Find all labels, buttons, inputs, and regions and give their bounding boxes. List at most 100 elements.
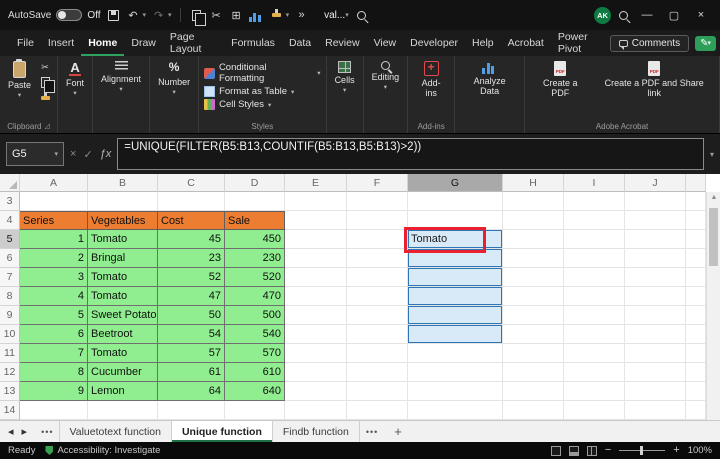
cell-A3[interactable] [20, 192, 88, 211]
cell-A10[interactable]: 6 [20, 325, 88, 344]
menu-power-pivot[interactable]: Power Pivot [551, 30, 610, 56]
cell-E5[interactable] [285, 230, 347, 249]
cell-H10[interactable] [503, 325, 564, 344]
row-header-14[interactable]: 14 [0, 401, 20, 420]
zoom-in-icon[interactable]: + [673, 445, 679, 456]
row-header-4[interactable]: 4 [0, 211, 20, 230]
row-header-12[interactable]: 12 [0, 363, 20, 382]
copy-icon[interactable] [189, 6, 204, 24]
cell-A8[interactable]: 4 [20, 287, 88, 306]
page-layout-view-icon[interactable] [569, 446, 579, 456]
menu-developer[interactable]: Developer [403, 30, 465, 56]
cell-C12[interactable]: 61 [158, 363, 225, 382]
cell-J13[interactable] [625, 382, 686, 401]
cell-D12[interactable]: 610 [225, 363, 285, 382]
paint-icon[interactable] [269, 6, 284, 24]
cell-G10[interactable] [408, 325, 503, 344]
close-button[interactable]: × [690, 4, 712, 26]
cell-C10[interactable]: 54 [158, 325, 225, 344]
comments-button[interactable]: Comments [610, 35, 689, 52]
more-commands-icon[interactable]: » [294, 6, 309, 24]
cell-A5[interactable]: 1 [20, 230, 88, 249]
zoom-level[interactable]: 100% [688, 445, 712, 456]
search-icon-right[interactable] [616, 6, 631, 24]
cell-D5[interactable]: 450 [225, 230, 285, 249]
cell-H11[interactable] [503, 344, 564, 363]
sheet-prev-icon[interactable]: ◂ [8, 425, 14, 438]
cell-partial5[interactable] [686, 230, 706, 249]
cell-J3[interactable] [625, 192, 686, 211]
cell-I13[interactable] [564, 382, 625, 401]
cell-H8[interactable] [503, 287, 564, 306]
cancel-icon[interactable]: × [70, 148, 76, 160]
cell-A4[interactable]: Series [20, 211, 88, 230]
row-header-11[interactable]: 11 [0, 344, 20, 363]
select-all-corner[interactable] [0, 174, 20, 192]
row-header-7[interactable]: 7 [0, 268, 20, 287]
column-header-D[interactable]: D [225, 174, 285, 192]
cell-H9[interactable] [503, 306, 564, 325]
cell-B9[interactable]: Sweet Potato [88, 306, 158, 325]
cell-A9[interactable]: 5 [20, 306, 88, 325]
cell-B6[interactable]: Bringal [88, 249, 158, 268]
cell-H13[interactable] [503, 382, 564, 401]
redo-chevron-icon[interactable]: ▾ [168, 11, 172, 19]
account-avatar[interactable]: AK [594, 7, 611, 24]
cell-F12[interactable] [347, 363, 408, 382]
alignment-collapsed-button[interactable]: Alignment ▾ [98, 60, 144, 95]
cell-H12[interactable] [503, 363, 564, 382]
cell-partial14[interactable] [686, 401, 706, 420]
name-box[interactable]: G5 ▾ [6, 142, 64, 166]
row-header-6[interactable]: 6 [0, 249, 20, 268]
enter-icon[interactable]: ✓ [83, 148, 92, 161]
cut-icon[interactable]: ✂ [209, 6, 224, 24]
cell-partial9[interactable] [686, 306, 706, 325]
menu-view[interactable]: View [367, 30, 404, 56]
cell-D8[interactable]: 470 [225, 287, 285, 306]
cell-partial3[interactable] [686, 192, 706, 211]
cell-J11[interactable] [625, 344, 686, 363]
sheet-overflow-left-icon[interactable]: ••• [35, 421, 59, 442]
cell-C8[interactable]: 47 [158, 287, 225, 306]
menu-review[interactable]: Review [318, 30, 366, 56]
chart-icon[interactable] [249, 6, 264, 24]
zoom-slider-thumb[interactable] [640, 446, 643, 455]
cell-E10[interactable] [285, 325, 347, 344]
column-header-E[interactable]: E [285, 174, 347, 192]
format-as-table-button[interactable]: Format as Table ▾ [204, 86, 320, 97]
cell-C5[interactable]: 45 [158, 230, 225, 249]
cell-B4[interactable]: Vegetables [88, 211, 158, 230]
cell-partial10[interactable] [686, 325, 706, 344]
cell-H6[interactable] [503, 249, 564, 268]
share-button[interactable]: ✎▾ [695, 36, 716, 51]
formula-bar-expand-icon[interactable]: ▾ [710, 150, 714, 159]
cell-G5[interactable]: Tomato [408, 230, 503, 249]
cells-collapsed-button[interactable]: Cells ▾ [332, 60, 358, 96]
cell-D10[interactable]: 540 [225, 325, 285, 344]
cell-B14[interactable] [88, 401, 158, 420]
cell-B7[interactable]: Tomato [88, 268, 158, 287]
scrollbar-thumb[interactable] [709, 208, 718, 266]
cell-I12[interactable] [564, 363, 625, 382]
cell-partial4[interactable] [686, 211, 706, 230]
sheet-tab-findb-function[interactable]: Findb function [272, 421, 360, 442]
cell-C6[interactable]: 23 [158, 249, 225, 268]
cell-I8[interactable] [564, 287, 625, 306]
redo-icon[interactable]: ↷ [151, 6, 166, 24]
column-header-F[interactable]: F [347, 174, 408, 192]
cell-B11[interactable]: Tomato [88, 344, 158, 363]
cell-E8[interactable] [285, 287, 347, 306]
cell-H3[interactable] [503, 192, 564, 211]
cell-I11[interactable] [564, 344, 625, 363]
cell-J8[interactable] [625, 287, 686, 306]
cell-J14[interactable] [625, 401, 686, 420]
row-header-13[interactable]: 13 [0, 382, 20, 401]
cell-E7[interactable] [285, 268, 347, 287]
cell-G7[interactable] [408, 268, 503, 287]
sheet-tab-valuetotext-function[interactable]: Valuetotext function [59, 421, 172, 442]
cell-C9[interactable]: 50 [158, 306, 225, 325]
cell-H4[interactable] [503, 211, 564, 230]
scroll-up-icon[interactable]: ▲ [707, 194, 720, 201]
cell-D11[interactable]: 570 [225, 344, 285, 363]
column-header-partial[interactable] [686, 174, 706, 192]
